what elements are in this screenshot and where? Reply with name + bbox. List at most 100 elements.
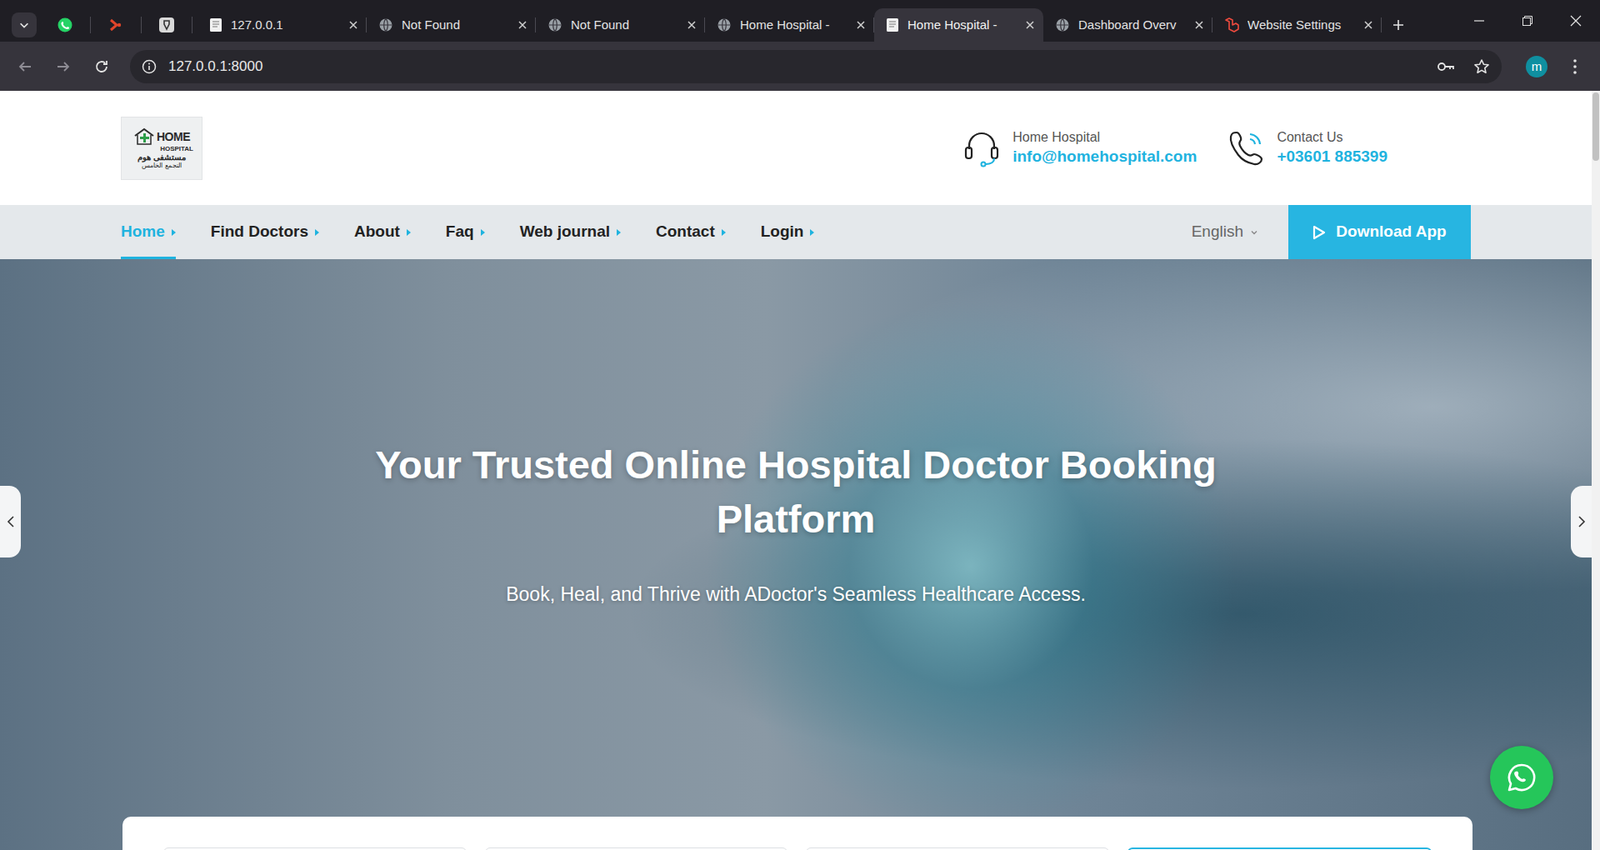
scrollbar-thumb[interactable] [1592, 92, 1600, 161]
site-logo[interactable]: HOME HOSPITAL مستشفى هوم التجمع الخامس [120, 116, 203, 180]
download-app-label[interactable]: Download App [1335, 220, 1446, 245]
browser-tab[interactable]: Dashboard Overv [1043, 8, 1213, 42]
contact-value[interactable]: +03601 885399 [1276, 146, 1388, 168]
nav-item[interactable]: Home [120, 205, 176, 260]
logo-text: HOME [156, 130, 190, 143]
address-row: 127.0.0.1:8000 m [0, 41, 1600, 91]
app-icon [158, 16, 175, 34]
language-label[interactable]: English [1191, 220, 1244, 245]
tab-title[interactable]: Website Settings [1247, 15, 1355, 35]
contact-item: Home Hospitalinfo@homehospital.com [962, 129, 1197, 168]
forward-button[interactable] [46, 50, 80, 84]
nav-label[interactable]: Web journal [520, 220, 610, 245]
nav-item[interactable]: Login [760, 205, 815, 260]
plus-icon [1391, 18, 1405, 32]
minimize-icon [1473, 15, 1485, 27]
chevron-down-icon [1250, 228, 1259, 237]
browser-tab[interactable]: Website Settings [1212, 8, 1382, 42]
nav-list: Home Find Doctors About Faq Web journal Conta… [120, 205, 815, 260]
page-icon [209, 17, 223, 33]
key-icon[interactable] [1436, 59, 1455, 75]
tab-divider [140, 16, 142, 34]
tab-title[interactable]: Home Hospital - [740, 15, 848, 35]
tab-title[interactable]: Home Hospital - [907, 15, 1017, 35]
close-window-button[interactable] [1551, 0, 1600, 42]
tab-strip: 127.0.0.1 Not Found Not Found Home Hospital… [0, 0, 1600, 42]
browser-tab[interactable]: Not Found [535, 8, 705, 42]
site-header: HOME HOSPITAL مستشفى هوم التجمع الخامس H… [120, 90, 1471, 205]
search-card [122, 816, 1473, 850]
nav-label[interactable]: Faq [445, 220, 475, 245]
play-icon [1312, 225, 1326, 240]
nav-label[interactable]: Contact [655, 220, 715, 245]
hero-banner: Your Trusted Online Hospital Doctor Book… [0, 259, 1592, 850]
logo-text: التجمع الخامس [141, 162, 181, 170]
star-icon[interactable] [1473, 58, 1490, 75]
whatsapp-icon [56, 16, 74, 34]
profile-button[interactable]: m [1520, 50, 1554, 84]
search-field[interactable] [163, 847, 467, 850]
restore-button[interactable] [1503, 0, 1552, 42]
close-icon[interactable] [1025, 20, 1035, 30]
nav-label[interactable]: Login [760, 220, 805, 245]
tab-title[interactable]: Dashboard Overv [1078, 15, 1186, 35]
menu-button[interactable] [1558, 50, 1592, 84]
forward-arrow-icon [55, 59, 71, 75]
search-field[interactable] [485, 847, 789, 850]
new-tab-button[interactable] [1381, 8, 1415, 42]
close-icon[interactable] [1194, 20, 1205, 30]
close-icon[interactable] [855, 20, 866, 30]
chevron-down-icon [18, 19, 30, 31]
close-icon[interactable] [348, 20, 359, 30]
web-page: HOME HOSPITAL مستشفى هوم التجمع الخامس H… [0, 90, 1600, 850]
pinned-tab[interactable] [146, 8, 187, 42]
previous-slide-button[interactable] [0, 485, 21, 558]
search-button[interactable] [1127, 847, 1433, 850]
pinned-tab[interactable] [95, 8, 136, 42]
nav-item[interactable]: Find Doctors [210, 205, 320, 260]
laravel-icon [1224, 17, 1240, 33]
search-field[interactable] [805, 847, 1110, 850]
page-icon [885, 17, 900, 33]
download-app-button[interactable]: Download App [1288, 205, 1471, 260]
reload-button[interactable] [85, 50, 119, 84]
back-button[interactable] [8, 50, 42, 84]
contact-info: Home Hospitalinfo@homehospital.comContac… [962, 129, 1388, 168]
globe-icon [378, 17, 394, 33]
close-icon[interactable] [686, 20, 697, 30]
next-slide-button[interactable] [1570, 485, 1592, 558]
tab-title[interactable]: Not Found [401, 15, 510, 35]
nav-label[interactable]: Home [120, 220, 165, 245]
scrollbar[interactable] [1591, 90, 1600, 850]
address-bar[interactable]: 127.0.0.1:8000 [130, 50, 1502, 84]
close-icon[interactable] [1363, 20, 1374, 30]
browser-tab[interactable]: Not Found [366, 8, 536, 42]
pinned-tab[interactable] [45, 8, 85, 42]
nav-label[interactable]: About [354, 220, 400, 245]
nav-item[interactable]: Web journal [520, 205, 621, 260]
nav-item[interactable]: Contact [655, 205, 726, 260]
reload-icon [94, 59, 110, 75]
browser-tab[interactable]: Home Hospital - [874, 8, 1044, 42]
nav-label[interactable]: Find Doctors [210, 220, 309, 245]
nav-item[interactable]: About [354, 205, 411, 260]
browser-tab[interactable]: 127.0.0.1 [197, 8, 367, 42]
tab-search-button[interactable] [11, 12, 37, 38]
language-select[interactable]: English [1191, 205, 1259, 260]
address-text[interactable]: 127.0.0.1:8000 [168, 55, 1425, 78]
globe-icon [1055, 17, 1070, 33]
globe-icon [547, 17, 563, 33]
nav-item[interactable]: Faq [445, 205, 485, 260]
globe-icon [716, 17, 732, 33]
close-icon[interactable] [517, 20, 528, 30]
back-arrow-icon [17, 59, 33, 75]
headset-icon [962, 129, 1001, 168]
browser-tab[interactable]: Home Hospital - [705, 8, 875, 42]
profile-avatar[interactable]: m [1525, 55, 1548, 78]
contact-value[interactable]: info@homehospital.com [1012, 146, 1197, 168]
logo-text: مستشفى هوم [137, 153, 186, 162]
tab-title[interactable]: Not Found [570, 15, 679, 35]
whatsapp-button[interactable] [1490, 745, 1554, 810]
minimize-button[interactable] [1455, 0, 1504, 42]
tab-title[interactable]: 127.0.0.1 [230, 15, 340, 35]
